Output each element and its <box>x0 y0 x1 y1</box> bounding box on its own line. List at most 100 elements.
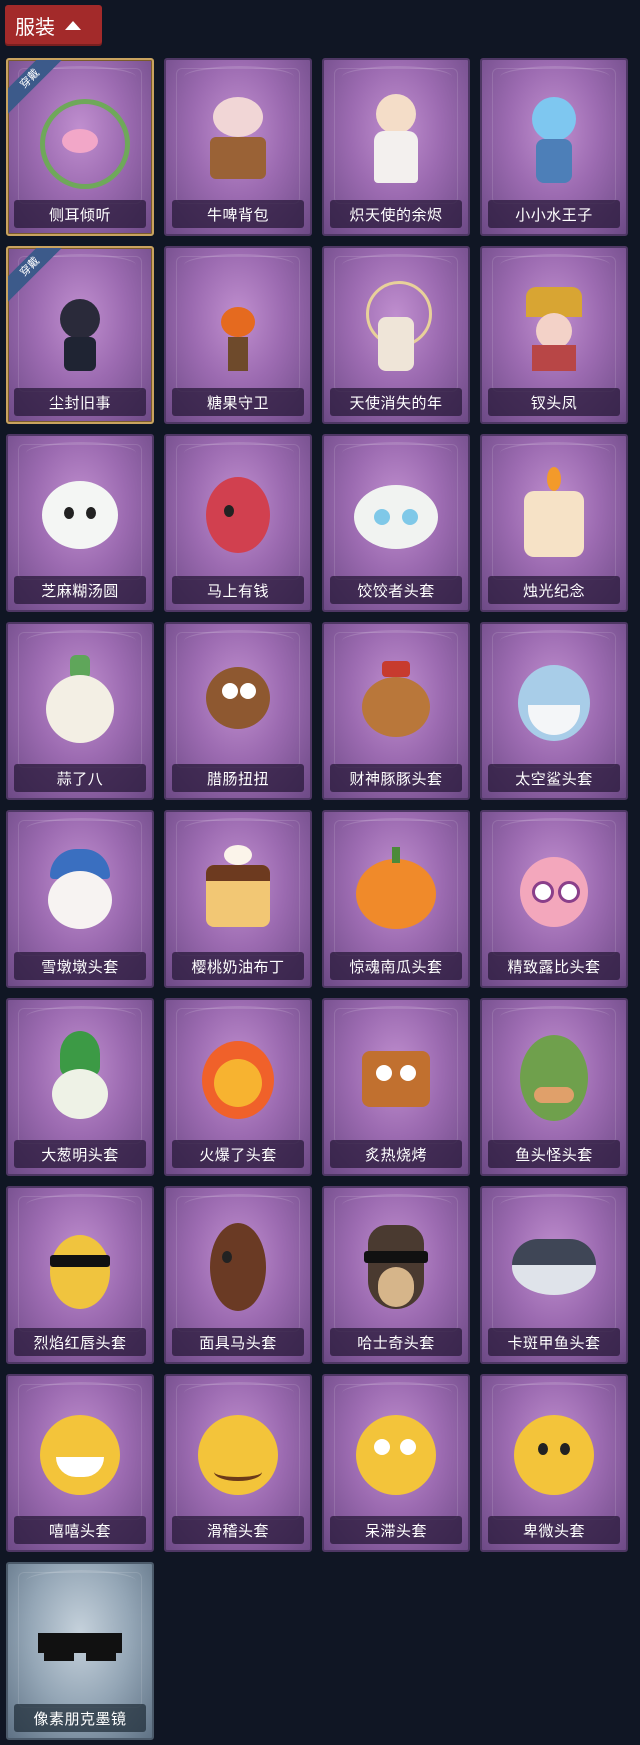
item-name: 马上有钱 <box>206 581 269 600</box>
card-top-ornament <box>26 1382 136 1404</box>
item-label-bar: 小小水王子 <box>488 200 620 228</box>
item-name: 卑微头套 <box>522 1521 585 1540</box>
item-label-bar: 烈焰红唇头套 <box>14 1328 146 1356</box>
snowman-head-icon <box>30 841 130 941</box>
item-name: 牛啤背包 <box>206 205 269 224</box>
capybara-head-icon <box>346 653 446 753</box>
item-label-bar: 樱桃奶油布丁 <box>172 952 304 980</box>
item-name: 尘封旧事 <box>48 393 111 412</box>
outfit-item-card[interactable]: 卡斑甲鱼头套 <box>480 1186 628 1364</box>
card-top-ornament <box>26 442 136 464</box>
item-name: 雪墩墩头套 <box>41 957 119 976</box>
outfit-item-card[interactable]: 樱桃奶油布丁 <box>164 810 312 988</box>
outfit-item-card[interactable]: 牛啤背包 <box>164 58 312 236</box>
outfit-item-card[interactable]: 像素朋克墨镜 <box>6 1562 154 1740</box>
item-name: 面具马头套 <box>199 1333 277 1352</box>
card-top-ornament <box>342 1194 452 1216</box>
item-name: 卡斑甲鱼头套 <box>507 1333 601 1352</box>
item-name: 鱼头怪头套 <box>515 1145 593 1164</box>
item-name: 火爆了头套 <box>199 1145 277 1164</box>
item-label-bar: 炽天使的余烬 <box>330 200 462 228</box>
outfit-item-card[interactable]: 精致露比头套 <box>480 810 628 988</box>
outfit-category-toggle[interactable]: 服装 <box>5 5 102 46</box>
cow-beer-backpack-icon <box>188 89 288 189</box>
outfit-item-card[interactable]: 太空鲨头套 <box>480 622 628 800</box>
outfit-item-card[interactable]: 穿戴 尘封旧事 <box>6 246 154 424</box>
outfit-item-card[interactable]: 钗头凤 <box>480 246 628 424</box>
card-top-ornament <box>184 1382 294 1404</box>
outfit-item-card[interactable]: 雪墩墩头套 <box>6 810 154 988</box>
outfit-item-card[interactable]: 财神豚豚头套 <box>322 622 470 800</box>
item-name: 糖果守卫 <box>206 393 269 412</box>
outfit-item-card[interactable]: 烛光纪念 <box>480 434 628 612</box>
outfit-item-card[interactable]: 炽天使的余烬 <box>322 58 470 236</box>
outfit-item-card[interactable]: 马上有钱 <box>164 434 312 612</box>
outfit-grid: 穿戴 侧耳倾听牛啤背包 炽天使的余烬 小小水王子穿戴 尘封旧事糖果守卫 天使消失的年 钗头凤… <box>6 58 628 1740</box>
card-top-ornament <box>26 1006 136 1028</box>
bbq-head-icon <box>346 1029 446 1129</box>
outfit-item-card[interactable]: 小小水王子 <box>480 58 628 236</box>
outfit-item-card[interactable]: 哈士奇头套 <box>322 1186 470 1364</box>
outfit-item-card[interactable]: 烈焰红唇头套 <box>6 1186 154 1364</box>
cloud-dumpling-head-icon <box>346 465 446 565</box>
item-label-bar: 卡斑甲鱼头套 <box>488 1328 620 1356</box>
sad-emoji-head-icon <box>504 1405 604 1505</box>
pumpkin-scarecrow-charm-icon <box>188 277 288 377</box>
item-label-bar: 牛啤背包 <box>172 200 304 228</box>
scallion-head-icon <box>30 1029 130 1129</box>
phoenix-headdress-icon <box>504 277 604 377</box>
card-top-ornament <box>26 1194 136 1216</box>
item-name: 精致露比头套 <box>507 957 601 976</box>
card-top-ornament <box>342 442 452 464</box>
item-label-bar: 糖果守卫 <box>172 388 304 416</box>
card-top-ornament <box>342 630 452 652</box>
item-label-bar: 马上有钱 <box>172 576 304 604</box>
card-top-ornament <box>342 1006 452 1028</box>
outfit-item-card[interactable]: 嘻嘻头套 <box>6 1374 154 1552</box>
item-name: 烛光纪念 <box>522 581 585 600</box>
outfit-item-card[interactable]: 腊肠扭扭 <box>164 622 312 800</box>
outfit-item-card[interactable]: 惊魂南瓜头套 <box>322 810 470 988</box>
outfit-item-card[interactable]: 面具马头套 <box>164 1186 312 1364</box>
outfit-item-card[interactable]: 糖果守卫 <box>164 246 312 424</box>
fish-head-icon <box>504 1029 604 1129</box>
item-label-bar: 尘封旧事 <box>14 388 146 416</box>
pumpkin-head-icon <box>346 841 446 941</box>
outfit-item-card[interactable]: 炙热烧烤 <box>322 998 470 1176</box>
item-label-bar: 饺饺者头套 <box>330 576 462 604</box>
chevron-up-icon <box>65 21 81 30</box>
item-name: 天使消失的年 <box>349 393 443 412</box>
outfit-item-card[interactable]: 滑稽头套 <box>164 1374 312 1552</box>
card-top-ornament <box>500 442 610 464</box>
pudding-head-icon <box>188 841 288 941</box>
outfit-item-card[interactable]: 火爆了头套 <box>164 998 312 1176</box>
outfit-item-card[interactable]: 大葱明头套 <box>6 998 154 1176</box>
item-name: 蒜了八 <box>56 769 104 788</box>
outfit-item-card[interactable]: 天使消失的年 <box>322 246 470 424</box>
dachshund-head-icon <box>188 653 288 753</box>
card-top-ornament <box>342 818 452 840</box>
card-top-ornament <box>500 1006 610 1028</box>
outfit-item-card[interactable]: 穿戴 侧耳倾听 <box>6 58 154 236</box>
item-label-bar: 火爆了头套 <box>172 1140 304 1168</box>
dazed-emoji-head-icon <box>346 1405 446 1505</box>
outfit-item-card[interactable]: 蒜了八 <box>6 622 154 800</box>
item-name: 腊肠扭扭 <box>206 769 269 788</box>
item-label-bar: 雪墩墩头套 <box>14 952 146 980</box>
item-label-bar: 太空鲨头套 <box>488 764 620 792</box>
item-label-bar: 鱼头怪头套 <box>488 1140 620 1168</box>
outfit-item-card[interactable]: 呆滞头套 <box>322 1374 470 1552</box>
card-top-ornament <box>26 818 136 840</box>
outfit-item-card[interactable]: 鱼头怪头套 <box>480 998 628 1176</box>
card-top-ornament <box>184 254 294 276</box>
outfit-item-card[interactable]: 芝麻糊汤圆 <box>6 434 154 612</box>
item-label-bar: 精致露比头套 <box>488 952 620 980</box>
pufferfish-head-icon <box>504 1217 604 1317</box>
item-label-bar: 侧耳倾听 <box>14 200 146 228</box>
outfit-item-card[interactable]: 饺饺者头套 <box>322 434 470 612</box>
card-top-ornament <box>500 66 610 88</box>
outfit-item-card[interactable]: 卑微头套 <box>480 1374 628 1552</box>
item-name: 芝麻糊汤圆 <box>41 581 119 600</box>
item-label-bar: 蒜了八 <box>14 764 146 792</box>
angel-figure-icon <box>346 89 446 189</box>
